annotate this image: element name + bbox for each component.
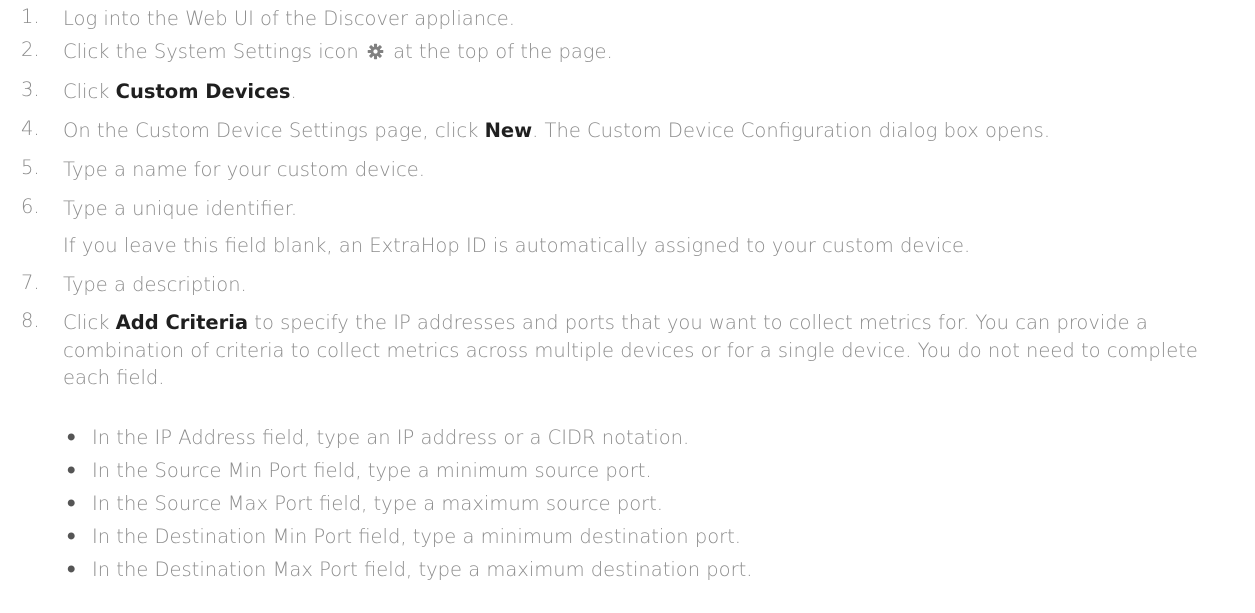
bullet-icon: • (65, 426, 78, 449)
step-number: 2. (21, 38, 40, 61)
step-text: Type a unique identifier. (63, 197, 298, 220)
bullet-icon: • (65, 525, 78, 548)
step-number: 7. (21, 271, 40, 294)
step-number: 1. (21, 5, 40, 28)
bullet-text: In the Destination Max Port field, type … (92, 558, 753, 581)
step-text-post: . (290, 80, 297, 103)
list-item: • In the Destination Min Port field, type… (63, 526, 752, 559)
step-text-pre: Click the System Settings icon (63, 40, 359, 63)
list-item: • In the Destination Max Port field, type… (63, 559, 752, 592)
list-item: • In the Source Max Port field, type a ma… (63, 493, 752, 526)
step-number: 3. (21, 78, 40, 101)
step-text: Log into the Web UI of the Discover appl… (63, 7, 515, 30)
bullet-icon: • (65, 459, 78, 482)
step-text-post: . The Custom Device Configuration dialog… (532, 119, 1051, 142)
instructions-document: 1. Log into the Web UI of the Discover a… (0, 0, 1255, 613)
bullet-text: In the Source Max Port field, type a max… (92, 492, 664, 515)
bullet-text: In the Destination Min Port field, type … (92, 525, 742, 548)
step-text-pre: Click (63, 80, 116, 103)
step-text: Click the System Settings icon at the to… (63, 38, 613, 66)
list-item: • In the Source Min Port field, type a mi… (63, 460, 752, 493)
step-text: Type a name for your custom device. (63, 158, 425, 181)
gear-icon (367, 43, 384, 60)
step-note: If you leave this field blank, an ExtraH… (63, 234, 971, 257)
step-number: 8. (21, 309, 40, 332)
step-number: 4. (21, 117, 40, 140)
bullet-text: In the Source Min Port field, type a min… (92, 459, 652, 482)
bullet-icon: • (65, 492, 78, 515)
step-text-pre: On the Custom Device Settings page, clic… (63, 119, 485, 142)
step-text: Type a description. (63, 273, 247, 296)
step-number: 6. (21, 195, 40, 218)
ui-label-custom-devices: Custom Devices (115, 80, 291, 103)
bullet-icon: • (65, 558, 78, 581)
step-number: 5. (21, 156, 40, 179)
step-text-post: at the top of the page. (393, 40, 613, 63)
ui-label-add-criteria: Add Criteria (115, 311, 249, 334)
bullet-text: In the IP Address field, type an IP addr… (92, 426, 690, 449)
step-text: Click Custom Devices. (63, 78, 297, 106)
step-text: Click Add Criteria to specify the IP add… (63, 309, 1213, 392)
step-text-pre: Click (63, 311, 116, 334)
list-item: • In the IP Address field, type an IP add… (63, 427, 752, 460)
criteria-bullet-list: • In the IP Address field, type an IP add… (63, 427, 752, 592)
step-text: On the Custom Device Settings page, clic… (63, 117, 1050, 145)
ui-label-new: New (484, 119, 533, 142)
